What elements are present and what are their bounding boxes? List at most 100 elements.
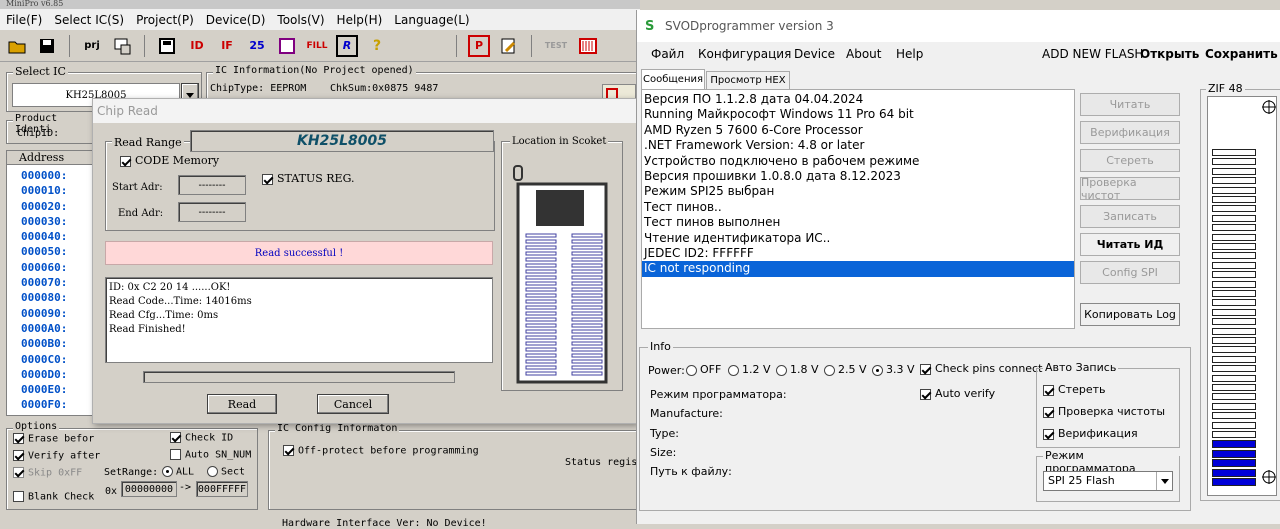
power-3v3-radio[interactable]: 3.3 V — [872, 363, 915, 376]
hex-address-list[interactable]: Address 000000: 000010: 000020: 000030: 0000… — [6, 150, 94, 416]
read-progress-bar — [143, 371, 455, 383]
auto-write-group: Авто Запись Стереть Проверка чистоты Вер… — [1036, 361, 1180, 448]
setrange-label: SetRange: — [104, 467, 159, 478]
menu-project[interactable]: Project(P) — [130, 13, 200, 27]
svod-menu-help[interactable]: Help — [896, 47, 923, 61]
opt-skip-ff[interactable]: Skip 0xFF — [13, 467, 82, 479]
r-icon[interactable]: R — [336, 34, 358, 57]
auto-erase-checkbox[interactable]: Стереть — [1043, 383, 1106, 396]
svod-menu-about[interactable]: About — [846, 47, 881, 61]
opt-blank-check[interactable]: Blank Check — [13, 491, 94, 503]
address-row: 0000F0: — [21, 398, 68, 412]
verify-button[interactable]: Верификация — [1080, 121, 1180, 144]
opt-check-id[interactable]: Check ID — [170, 432, 233, 444]
menu-tools[interactable]: Tools(V) — [271, 13, 330, 27]
zif-pin — [1212, 205, 1256, 213]
open-icon[interactable] — [6, 35, 28, 57]
menu-file[interactable]: File(F) — [0, 13, 48, 27]
opt-auto-sn[interactable]: Auto SN_NUM — [170, 449, 251, 461]
zif-pin — [1212, 280, 1256, 288]
svod-log-line: Устройство подключено в рабочем режиме — [644, 153, 920, 168]
p-icon[interactable]: P — [468, 34, 490, 57]
svod-menu-device[interactable]: Device — [794, 47, 835, 61]
start-adr-label: Start Adr: — [112, 182, 163, 193]
id-icon[interactable]: ID — [186, 35, 208, 57]
config-spi-button[interactable]: Config SPI — [1080, 261, 1180, 284]
range-all-radio[interactable]: ALL — [162, 466, 194, 478]
address-row: 000070: — [21, 276, 68, 290]
edit-icon[interactable] — [276, 35, 298, 57]
write-button[interactable]: Записать — [1080, 205, 1180, 228]
end-adr-field[interactable]: -------- — [178, 202, 246, 222]
verify-icon[interactable]: 25 — [246, 35, 268, 57]
tab-messages[interactable]: Сообщения — [641, 69, 705, 89]
cancel-button[interactable]: Cancel — [317, 394, 389, 414]
chip-icon[interactable] — [111, 35, 133, 57]
log-line: Read Cfg...Time: 0ms — [109, 310, 219, 321]
auto-blank-checkbox[interactable]: Проверка чистоты — [1043, 405, 1165, 418]
help-icon[interactable]: ? — [366, 35, 388, 57]
copy-log-button[interactable]: Копировать Log — [1080, 303, 1180, 326]
svod-log-line: JEDEC ID2: FFFFFF — [644, 245, 754, 260]
address-row: 0000B0: — [21, 337, 68, 351]
zif-pin — [1212, 393, 1256, 401]
opt-verify[interactable]: Verify after — [13, 450, 100, 462]
range-sect-radio[interactable]: Sect — [207, 466, 245, 478]
power-2v5-radio[interactable]: 2.5 V — [824, 363, 867, 376]
erase-button[interactable]: Стереть — [1080, 149, 1180, 172]
menu-help[interactable]: Help(H) — [331, 13, 389, 27]
menu-language[interactable]: Language(L) — [388, 13, 475, 27]
power-label: Power: — [648, 364, 685, 377]
svod-window: SVODprogrammer version 3 S Файл Конфигур… — [636, 10, 1280, 524]
range-end-field[interactable]: 000FFFFF — [196, 481, 248, 497]
address-row: 0000C0: — [21, 352, 68, 366]
chip-type: ChipType: EEPROM — [210, 83, 307, 94]
svod-menu-config[interactable]: Конфигурация — [698, 47, 791, 61]
svod-save[interactable]: Сохранить — [1205, 47, 1278, 61]
auto-verify-write-checkbox[interactable]: Верификация — [1043, 427, 1138, 440]
test-icon[interactable]: TEST — [543, 35, 569, 57]
config-icon[interactable] — [498, 35, 520, 57]
menu-select-ic[interactable]: Select IC(S) — [48, 13, 130, 27]
zif-pin — [1212, 402, 1256, 410]
size-label: Size: — [650, 446, 677, 459]
code-memory-checkbox[interactable]: CODE Memory — [120, 154, 219, 167]
read-log[interactable]: ID: 0x C2 20 14 ......OK! Read Code...Ti… — [105, 277, 493, 363]
auto-verify-checkbox[interactable]: Auto verify — [920, 387, 995, 400]
svod-open[interactable]: Открыть — [1140, 47, 1199, 61]
read-icon[interactable]: IF — [216, 35, 238, 57]
offprotect-checkbox[interactable]: Off-protect before programming — [283, 445, 479, 457]
status-reg-checkbox[interactable]: STATUS REG. — [262, 172, 354, 185]
check-pins-checkbox[interactable]: Check pins connect — [920, 362, 1042, 375]
socket-icon[interactable] — [577, 35, 599, 57]
start-adr-field[interactable]: -------- — [178, 175, 246, 195]
range-start-field[interactable]: 00000000 — [121, 481, 177, 497]
zif-pin — [1212, 290, 1256, 297]
svod-add-flash[interactable]: ADD NEW FLASH — [1042, 47, 1143, 61]
fill-icon[interactable]: FILL — [306, 35, 328, 57]
zif-pin — [1212, 431, 1256, 438]
disk-icon[interactable] — [156, 35, 178, 57]
read-id-button[interactable]: Читать ИД — [1080, 233, 1180, 256]
opt-erase[interactable]: Erase befor — [13, 433, 94, 445]
power-1v8-radio[interactable]: 1.8 V — [776, 363, 819, 376]
menu-device[interactable]: Device(D) — [200, 13, 272, 27]
power-1v2-radio[interactable]: 1.2 V — [728, 363, 771, 376]
chevron-down-icon — [186, 92, 194, 98]
save-icon[interactable] — [36, 35, 58, 57]
address-rows: 000000: 000010: 000020: 000030: 000040: 00005… — [7, 165, 93, 414]
address-row: 0000E0: — [21, 383, 68, 397]
address-header: Address — [7, 151, 93, 165]
read-button[interactable]: Read — [207, 394, 277, 414]
blank-check-button[interactable]: Проверка чистот — [1080, 176, 1180, 202]
svod-menu-file[interactable]: Файл — [651, 47, 684, 61]
svod-log[interactable]: Версия ПО 1.1.2.8 дата 04.04.2024 Running… — [641, 89, 1075, 329]
prj-icon[interactable]: prj — [81, 35, 103, 57]
tab-hex-view[interactable]: Просмотр HEX — [706, 71, 790, 89]
svod-log-line: IC not responding — [642, 261, 1074, 277]
svod-log-line: Версия ПО 1.1.2.8 дата 04.04.2024 — [644, 92, 864, 106]
zif-pin — [1212, 243, 1256, 250]
read-chip-button[interactable]: Читать — [1080, 93, 1180, 116]
mode-select[interactable]: SPI 25 Flash — [1043, 471, 1173, 491]
power-off-radio[interactable]: OFF — [686, 363, 721, 376]
